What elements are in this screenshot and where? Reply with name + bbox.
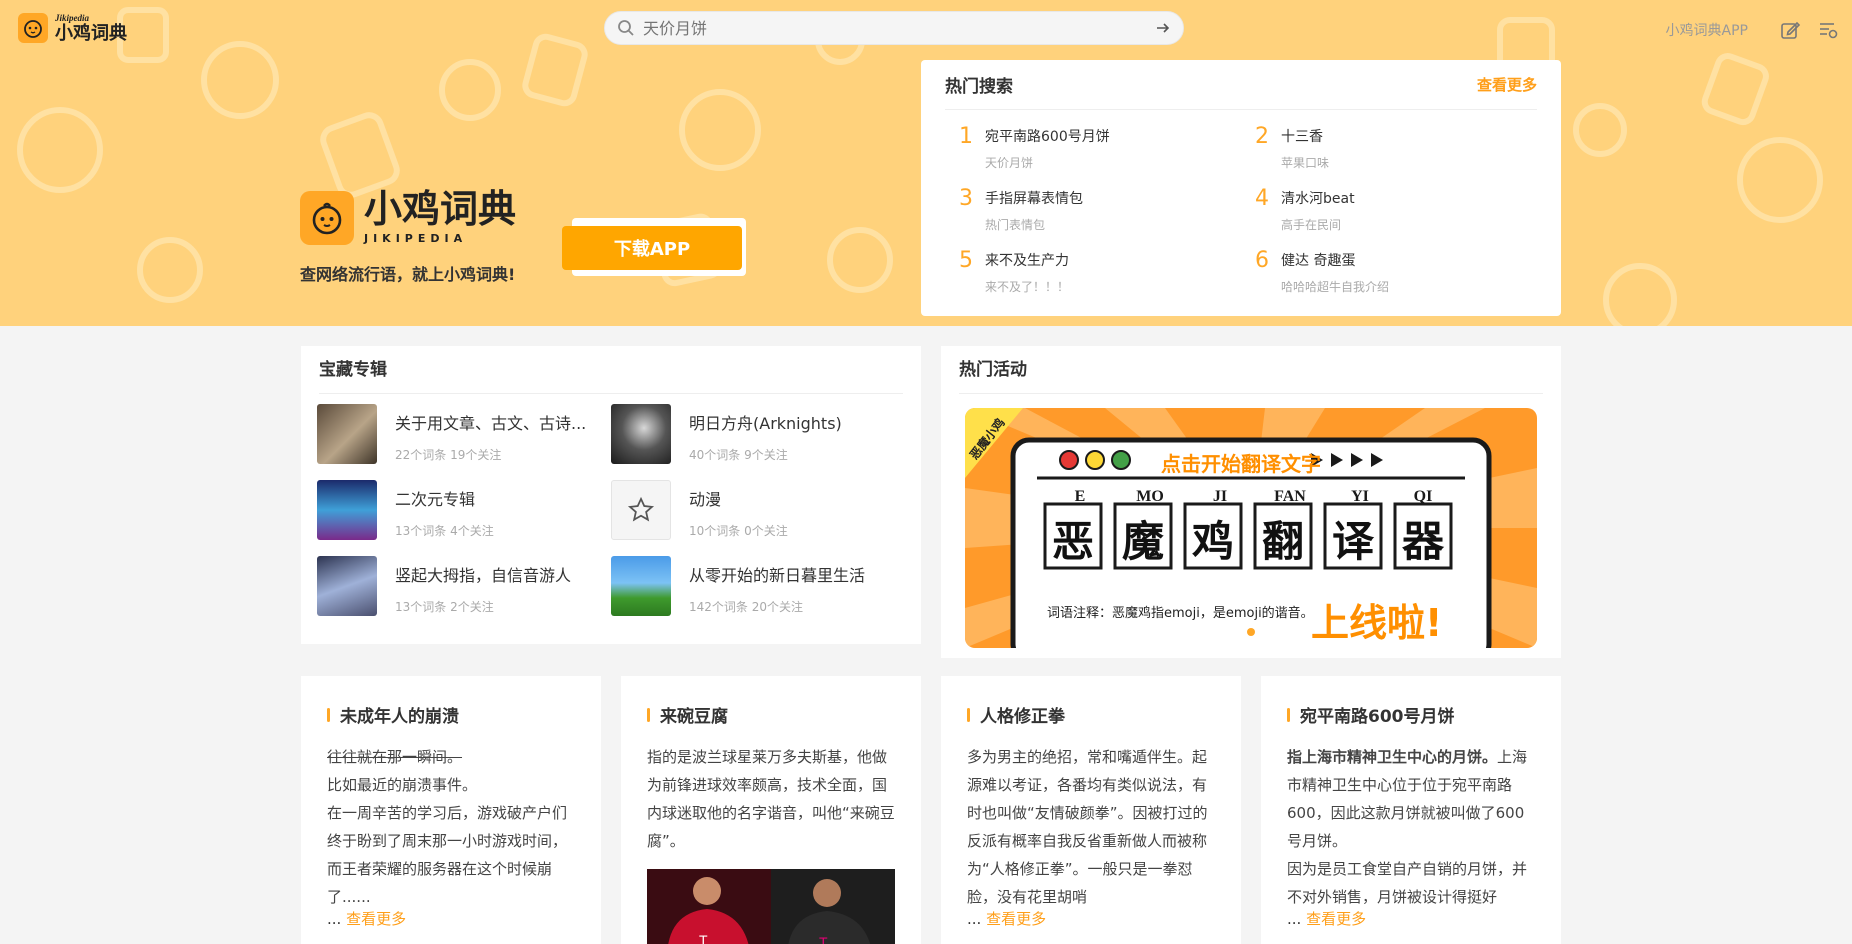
app-download-link[interactable]: 小鸡词典APP: [1666, 20, 1748, 40]
hot-search-item[interactable]: 2 十三香 苹果口味: [1241, 122, 1537, 184]
download-app-area: 下载APP: [556, 218, 750, 280]
word-title: 未成年人的崩溃: [340, 707, 459, 727]
chick-brand-icon: [300, 190, 354, 245]
album-item[interactable]: 关于用文章、古文、古诗... 22个词条 19个关注: [317, 404, 611, 480]
football-players-image: T T: [647, 869, 895, 944]
word-body: 上海市精神卫生中心位于位于宛平南路600，因此这款月饼就被叫做了600号月饼。 …: [1287, 748, 1528, 906]
word-bold-lead: 指上海市精神卫生中心的月饼。: [1287, 748, 1498, 766]
brand-english-name: JIKIPEDIA: [364, 232, 468, 245]
hot-activity-title: 热门活动: [959, 346, 1543, 394]
treasure-albums-title: 宝藏专辑: [319, 346, 903, 394]
emoji-translator-banner[interactable]: 恶魔小鸡 点击开始翻译文字 E MO JI FAN YI QI 恶 魔 鸡 翻 …: [965, 408, 1537, 648]
banner-pinyin-row: E MO JI FAN YI QI: [1074, 488, 1433, 505]
word-card[interactable]: 宛平南路600号月饼 指上海市精神卫生中心的月饼。上海市精神卫生中心位于位于宛平…: [1261, 676, 1561, 944]
word-strike-text: 往往就在那一瞬间。: [327, 748, 463, 766]
word-card[interactable]: 来碗豆腐 指的是波兰球星莱万多夫斯基，他做为前锋进球效率颇高，技术全面，国内球迷…: [621, 676, 921, 944]
banner-online-text: 上线啦!: [1311, 601, 1443, 645]
settings-menu-icon[interactable]: [1814, 16, 1842, 44]
hot-search-more-link[interactable]: 查看更多: [1477, 74, 1537, 95]
word-title: 来碗豆腐: [660, 707, 728, 727]
search-icon: [618, 20, 634, 36]
album-cover-image: [611, 556, 671, 616]
word-body: 指的是波兰球星莱万多夫斯基，他做为前锋进球效率颇高，技术全面，国内球迷取他的名字…: [647, 748, 895, 850]
treasure-albums-panel: 宝藏专辑 关于用文章、古文、古诗... 22个词条 19个关注 明日方舟(Arkn…: [301, 346, 921, 644]
download-app-button[interactable]: 下载APP: [562, 226, 742, 270]
hot-search-item[interactable]: 4 清水河beat 高手在民间: [1241, 184, 1537, 246]
logo-english-text: Jikipedia: [55, 12, 89, 23]
album-item[interactable]: 从零开始的新日暮里生活 142个词条 20个关注: [611, 556, 905, 632]
logo-chinese-text: 小鸡词典: [55, 22, 127, 44]
banner-click-text: 点击开始翻译文字: [1161, 452, 1321, 476]
chick-logo-icon: [18, 13, 48, 43]
svg-text:T: T: [699, 932, 708, 944]
word-body: 多为男主的绝招，常和嘴遁伴生。起源难以考证，各番均有类似说法，有时也叫做“友情破…: [967, 748, 1208, 906]
hot-search-item[interactable]: 1 宛平南路600号月饼 天价月饼: [945, 122, 1241, 184]
word-card[interactable]: 人格修正拳 多为男主的绝招，常和嘴遁伴生。起源难以考证，各番均有类似说法，有时也…: [941, 676, 1241, 944]
search-input[interactable]: [643, 18, 1155, 38]
album-cover-image: [317, 556, 377, 616]
banner-chinese-chars: 恶 魔 鸡 翻 译 器: [1051, 517, 1444, 566]
read-more-link[interactable]: 查看更多: [986, 910, 1046, 928]
top-navigation-bar: Jikipedia 小鸡词典 小鸡词典APP: [0, 0, 1852, 56]
album-item[interactable]: 竖起大拇指，自信音游人 13个词条 2个关注: [317, 556, 611, 632]
banner-note: 词语注释：恶魔鸡指emoji，是emoji的谐音。: [1047, 606, 1314, 621]
album-item[interactable]: 明日方舟(Arknights) 40个词条 9个关注: [611, 404, 905, 480]
hot-search-item[interactable]: 6 健达 奇趣蛋 哈哈哈超牛自我介绍: [1241, 246, 1537, 308]
hot-search-panel: 热门搜索 查看更多 1 宛平南路600号月饼 天价月饼 2 十三香 苹果口味 3 手指屏幕…: [921, 60, 1561, 316]
brand-chinese-name: 小鸡词典: [364, 187, 517, 231]
star-icon: [611, 480, 671, 540]
hot-search-title: 热门搜索: [945, 77, 1013, 97]
word-body: 比如最近的崩溃事件。 在一周辛苦的学习后，游戏破产户们终于盼到了周末那一小时游戏…: [327, 776, 568, 906]
hot-search-item[interactable]: 3 手指屏幕表情包 热门表情包: [945, 184, 1241, 246]
arrow-right-icon[interactable]: [1155, 20, 1171, 36]
hot-search-item[interactable]: 5 来不及生产力 来不及了！！！: [945, 246, 1241, 308]
hot-activity-panel: 热门活动 恶魔小鸡 点击开始翻译文字 E MO JI FAN YI QI 恶 魔…: [941, 346, 1561, 658]
read-more-link[interactable]: 查看更多: [346, 910, 406, 928]
brand-block: 小鸡词典 JIKIPEDIA 查网络流行语，就上小鸡词典!: [300, 190, 516, 285]
album-cover-image: [317, 404, 377, 464]
svg-text:T: T: [819, 934, 828, 944]
hero-banner: Jikipedia 小鸡词典 小鸡词典APP 小鸡词典: [0, 0, 1852, 326]
word-card[interactable]: 未成年人的崩溃 往往就在那一瞬间。 比如最近的崩溃事件。 在一周辛苦的学习后，游…: [301, 676, 601, 944]
search-bar[interactable]: [604, 11, 1184, 45]
album-item[interactable]: 二次元专辑 13个词条 4个关注: [317, 480, 611, 556]
site-logo[interactable]: Jikipedia 小鸡词典: [18, 13, 127, 43]
album-cover-image: [611, 404, 671, 464]
word-title: 人格修正拳: [980, 707, 1065, 727]
album-cover-image: [317, 480, 377, 540]
edit-icon[interactable]: [1776, 16, 1804, 44]
read-more-link[interactable]: 查看更多: [1306, 910, 1366, 928]
word-title: 宛平南路600号月饼: [1300, 707, 1455, 727]
slogan: 查网络流行语，就上小鸡词典!: [300, 265, 516, 284]
album-item[interactable]: 动漫 10个词条 0个关注: [611, 480, 905, 556]
